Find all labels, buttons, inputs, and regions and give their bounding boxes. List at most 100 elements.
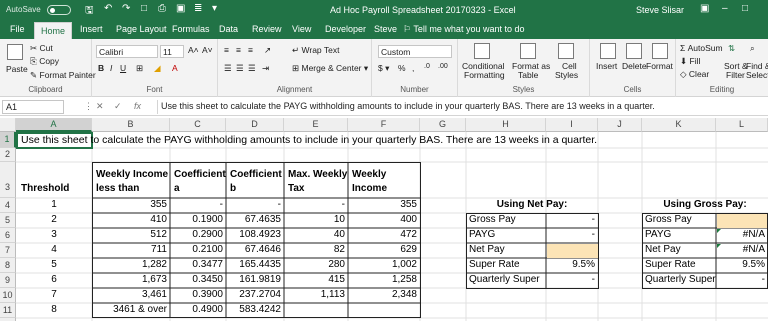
table-cell-threshold[interactable]: 5	[16, 258, 92, 272]
conditional-formatting-icon[interactable]	[474, 43, 490, 59]
table-cell-max-weekly-tax[interactable]: 10	[284, 213, 348, 227]
tab-insert[interactable]: Insert	[80, 24, 103, 34]
error-indicator-l7[interactable]	[717, 244, 721, 248]
redo-icon[interactable]: ↷	[122, 3, 130, 14]
indent-icon[interactable]: ⇥	[262, 63, 269, 74]
sort-filter-button-2[interactable]: Filter	[726, 70, 745, 80]
table-cell-weekly-income[interactable]: 2,348	[348, 288, 420, 302]
gross-pay-box-title[interactable]: Using Gross Pay:	[642, 198, 768, 212]
table-cell-coefficient-a[interactable]: 0.2900	[170, 228, 226, 242]
net-pay-box-value[interactable]: -	[546, 213, 598, 227]
header-coefficient-a-2[interactable]: a	[171, 182, 183, 196]
table-cell-threshold[interactable]: 3	[16, 228, 92, 242]
font-color-icon[interactable]: A	[172, 63, 178, 73]
header-coefficient-b-1[interactable]: Coefficient	[227, 168, 285, 182]
tell-me-search[interactable]: ⚐ Tell me what you want to do	[403, 24, 524, 35]
row-header-3[interactable]: 3	[0, 162, 16, 198]
worksheet-grid[interactable]: A B C D E F G H I J K L 1 2 3 4 5 6 7 8 …	[0, 118, 768, 321]
table-cell-weekly-income[interactable]: 400	[348, 213, 420, 227]
cell-styles-icon[interactable]	[558, 43, 574, 59]
error-indicator-l6[interactable]	[717, 229, 721, 233]
delete-cells-button[interactable]: Delete	[622, 61, 647, 71]
grow-font-icon[interactable]: A˄	[188, 45, 199, 55]
tab-page-layout[interactable]: Page Layout	[116, 24, 167, 34]
net-pay-box-value[interactable]: -	[546, 273, 598, 287]
tab-formulas[interactable]: Formulas	[172, 24, 210, 34]
column-header-h[interactable]: H	[466, 118, 546, 132]
format-as-table-icon[interactable]	[520, 43, 536, 59]
merge-center-button[interactable]: ⊞ Merge & Center ▾	[292, 63, 368, 74]
ribbon-display-icon[interactable]: ▣	[700, 3, 709, 14]
align-middle-icon[interactable]: ≡	[236, 45, 241, 55]
customize-qa-icon[interactable]: ▾	[212, 3, 217, 14]
user-name[interactable]: Steve Slisar	[636, 5, 684, 15]
table-cell-threshold[interactable]: 6	[16, 273, 92, 287]
row-header-7[interactable]: 7	[0, 243, 16, 258]
format-cells-button[interactable]: Format	[646, 61, 673, 71]
column-header-a[interactable]: A	[16, 118, 92, 132]
select-all-corner[interactable]	[0, 118, 16, 132]
decrease-decimal-icon[interactable]: .00	[438, 63, 448, 70]
table-cell-coefficient-b[interactable]: 108.4923	[226, 228, 284, 242]
wrap-text-button[interactable]: ↵ Wrap Text	[292, 45, 339, 56]
net-pay-box-value[interactable]: -	[546, 228, 598, 242]
cancel-icon[interactable]: ✕	[96, 101, 104, 112]
column-header-i[interactable]: I	[546, 118, 598, 132]
align-top-icon[interactable]: ≡	[224, 45, 229, 55]
gross-pay-box-label[interactable]: Super Rate	[642, 258, 716, 272]
table-cell-weekly-income-less-than[interactable]: 512	[92, 228, 170, 242]
table-cell-weekly-income[interactable]: 1,002	[348, 258, 420, 272]
fill-button[interactable]: ⬇ Fill	[680, 56, 700, 67]
header-weekly-income-2[interactable]: Income	[349, 182, 390, 196]
currency-icon[interactable]: $ ▾	[378, 63, 389, 74]
tab-review[interactable]: Review	[252, 24, 282, 34]
tab-home[interactable]: Home	[34, 22, 73, 39]
comma-icon[interactable]: ,	[412, 63, 414, 73]
clear-button[interactable]: ◇ Clear	[680, 69, 709, 80]
spelling-icon[interactable]: ≣	[194, 3, 202, 14]
delete-cells-icon[interactable]	[626, 43, 642, 59]
open-icon[interactable]: ▣	[176, 3, 185, 14]
table-cell-weekly-income-less-than[interactable]: 1,673	[92, 273, 170, 287]
borders-icon[interactable]: ⊞	[136, 63, 143, 74]
gross-pay-box-label[interactable]: Quarterly Super	[642, 273, 716, 287]
header-coefficient-b-2[interactable]: b	[227, 182, 239, 196]
save-icon[interactable]: 🖫	[85, 3, 94, 20]
tab-file[interactable]: File	[10, 24, 25, 34]
number-format-select[interactable]: Custom	[378, 45, 452, 58]
column-header-l[interactable]: L	[716, 118, 768, 132]
row-header-4[interactable]: 4	[0, 198, 16, 213]
copy-button[interactable]: ⎘ Copy	[30, 56, 59, 67]
row-header-6[interactable]: 6	[0, 228, 16, 243]
font-size-select[interactable]: 11	[160, 45, 184, 58]
shrink-font-icon[interactable]: A˅	[202, 45, 213, 55]
gross-pay-box-value[interactable]: -	[716, 273, 768, 287]
table-cell-coefficient-a[interactable]: 0.4900	[170, 303, 226, 317]
header-threshold[interactable]: Threshold	[18, 182, 72, 196]
header-weekly-income-less-than-1[interactable]: Weekly Income	[93, 168, 171, 182]
fill-color-icon[interactable]: ◢	[154, 63, 161, 74]
table-cell-coefficient-a[interactable]: -	[170, 198, 226, 212]
format-painter-button[interactable]: ✎ Format Painter	[30, 70, 96, 81]
format-as-table-button-2[interactable]: Table	[518, 70, 538, 80]
column-header-j[interactable]: J	[598, 118, 642, 132]
table-cell-coefficient-a[interactable]: 0.3450	[170, 273, 226, 287]
row-header-10[interactable]: 10	[0, 288, 16, 303]
table-cell-max-weekly-tax[interactable]: 1,113	[284, 288, 348, 302]
table-cell-coefficient-a[interactable]: 0.2100	[170, 243, 226, 257]
gross-pay-box-value[interactable]: #N/A	[716, 228, 768, 242]
enter-icon[interactable]: ✓	[114, 101, 122, 112]
table-cell-threshold[interactable]: 1	[16, 198, 92, 212]
table-cell-max-weekly-tax[interactable]: 415	[284, 273, 348, 287]
table-cell-coefficient-b[interactable]: 583.4242	[226, 303, 284, 317]
table-cell-threshold[interactable]: 7	[16, 288, 92, 302]
table-cell-coefficient-b[interactable]: 67.4646	[226, 243, 284, 257]
percent-icon[interactable]: %	[398, 63, 406, 73]
gross-pay-box-value[interactable]: 9.5%	[716, 258, 768, 272]
align-center-icon[interactable]: ☰	[236, 63, 244, 74]
net-pay-box-label[interactable]: PAYG	[466, 228, 546, 242]
cut-button[interactable]: ✂ Cut	[30, 43, 53, 54]
minimize-icon[interactable]: –	[722, 3, 728, 14]
header-max-weekly-tax-2[interactable]: Tax	[285, 182, 308, 196]
table-cell-threshold[interactable]: 2	[16, 213, 92, 227]
